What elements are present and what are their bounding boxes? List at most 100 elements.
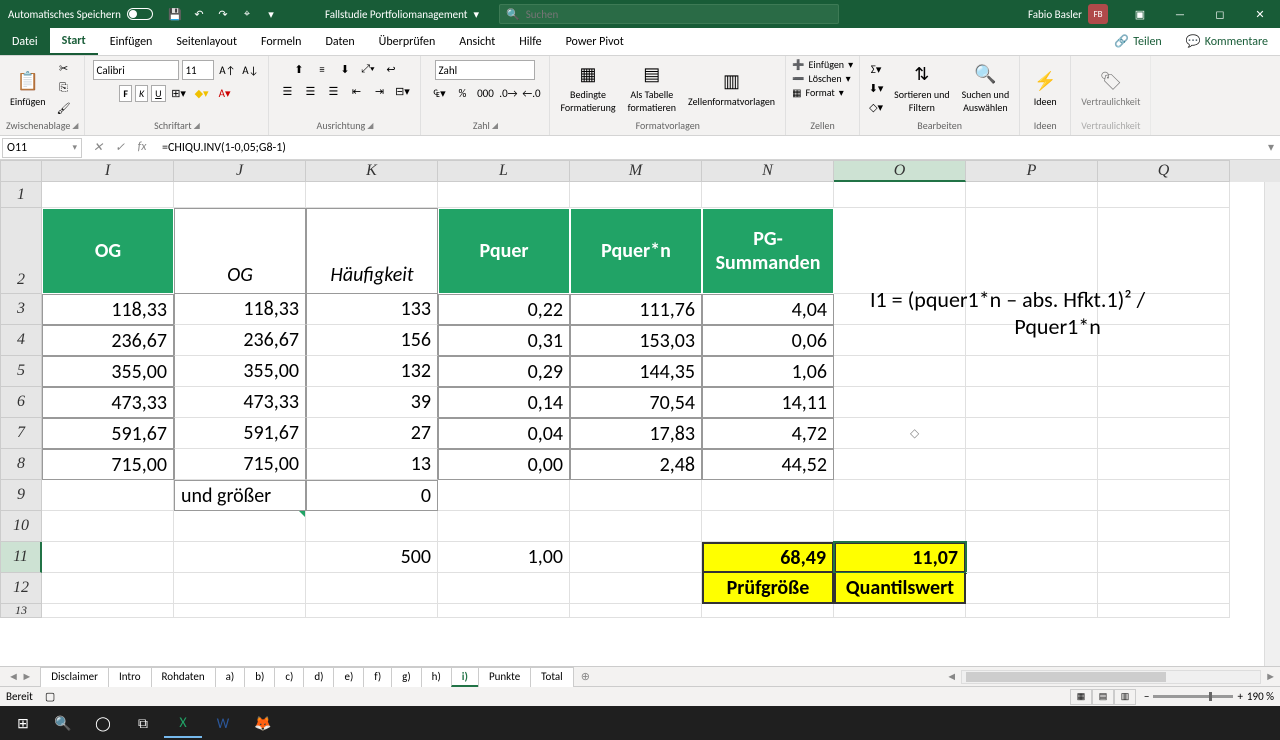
currency-icon[interactable]: ₠▾ xyxy=(429,84,449,102)
redo-icon[interactable]: ↷ xyxy=(213,4,233,24)
autosave-toggle[interactable]: Automatisches Speichern xyxy=(0,8,161,21)
row-header[interactable]: 13 xyxy=(0,604,42,618)
cell[interactable]: 0,14 xyxy=(438,387,570,418)
tab-file[interactable]: Datei xyxy=(0,28,50,55)
tab-insert[interactable]: Einfügen xyxy=(98,28,165,55)
cell[interactable] xyxy=(438,480,570,511)
autosum-icon[interactable]: Σ▾ xyxy=(866,60,886,78)
percent-icon[interactable]: % xyxy=(452,84,472,102)
cell[interactable] xyxy=(702,182,834,208)
cell[interactable]: 500 xyxy=(306,542,438,573)
row-header[interactable]: 11 xyxy=(0,542,42,573)
thousands-icon[interactable]: 000 xyxy=(475,84,495,102)
cell[interactable] xyxy=(834,511,966,542)
copy-icon[interactable]: ⎘ xyxy=(54,79,74,97)
find-select-button[interactable]: 🔍Suchen und Auswählen xyxy=(958,60,1014,116)
borders-icon[interactable]: ⊞▾ xyxy=(169,84,189,102)
cell[interactable] xyxy=(42,604,174,618)
cell[interactable]: 591,67 xyxy=(174,418,306,449)
cell[interactable]: und größer xyxy=(174,480,306,511)
col-header-K[interactable]: K xyxy=(306,160,438,182)
save-icon[interactable]: 💾 xyxy=(165,4,185,24)
tab-help[interactable]: Hilfe xyxy=(507,28,553,55)
align-bottom-icon[interactable]: ⬇ xyxy=(335,60,355,78)
indent-inc-icon[interactable]: ⇥ xyxy=(369,82,389,100)
cell[interactable]: 0,22 xyxy=(438,294,570,325)
cell[interactable] xyxy=(702,480,834,511)
cell[interactable] xyxy=(702,604,834,618)
cell[interactable] xyxy=(966,542,1098,573)
paste-button[interactable]: 📋Einfügen xyxy=(6,67,50,110)
cell[interactable]: 27 xyxy=(306,418,438,449)
align-middle-icon[interactable]: ≡ xyxy=(312,60,332,78)
cell[interactable]: 0,31 xyxy=(438,325,570,356)
tab-pagelayout[interactable]: Seitenlayout xyxy=(164,28,249,55)
search-input[interactable] xyxy=(526,8,832,21)
dialog-launcher-icon[interactable]: ◢ xyxy=(367,121,373,131)
tab-data[interactable]: Daten xyxy=(313,28,366,55)
hscroll-left[interactable]: ◄ xyxy=(942,670,961,683)
cell[interactable] xyxy=(834,208,966,294)
number-format-select[interactable] xyxy=(435,60,535,80)
font-size-select[interactable] xyxy=(182,60,214,80)
wrap-text-icon[interactable]: ↩ xyxy=(381,60,401,78)
start-button[interactable]: ⊞ xyxy=(4,708,42,738)
col-header-L[interactable]: L xyxy=(438,160,570,182)
row-header[interactable]: 10 xyxy=(0,511,42,542)
cell[interactable]: 70,54 xyxy=(570,387,702,418)
tab-review[interactable]: Überprüfen xyxy=(367,28,448,55)
italic-button[interactable]: K xyxy=(135,85,148,102)
cell[interactable] xyxy=(1098,449,1230,480)
cell[interactable] xyxy=(966,387,1098,418)
cell[interactable] xyxy=(966,418,1098,449)
name-box[interactable]: O11▾ xyxy=(2,138,82,158)
cell[interactable] xyxy=(174,604,306,618)
vertical-scrollbar[interactable] xyxy=(1264,182,1280,666)
search-bar[interactable]: 🔍 xyxy=(499,4,839,24)
taskbar-word-icon[interactable]: W xyxy=(204,708,242,738)
cell[interactable] xyxy=(834,182,966,208)
cell[interactable]: 355,00 xyxy=(42,356,174,387)
sheet-tab[interactable]: d) xyxy=(303,667,334,687)
bold-button[interactable]: F xyxy=(119,85,132,102)
grow-font-icon[interactable]: A↑ xyxy=(217,61,237,79)
cell[interactable]: 0,00 xyxy=(438,449,570,480)
qat-more-icon[interactable]: ▾ xyxy=(261,4,281,24)
cell-styles-button[interactable]: ▥Zellenformatvorlagen xyxy=(684,67,779,110)
taskbar-firefox-icon[interactable]: 🦊 xyxy=(244,708,282,738)
shrink-font-icon[interactable]: A↓ xyxy=(240,61,260,79)
cell[interactable] xyxy=(1098,418,1230,449)
align-left-icon[interactable]: ☰ xyxy=(277,82,297,100)
sheet-tab[interactable]: b) xyxy=(244,667,275,687)
row-header[interactable]: 12 xyxy=(0,573,42,604)
dialog-launcher-icon[interactable]: ◢ xyxy=(492,121,498,131)
maximize-button[interactable]: ◻ xyxy=(1200,0,1240,28)
sheet-tab[interactable]: f) xyxy=(363,667,392,687)
cell[interactable] xyxy=(570,480,702,511)
cell[interactable] xyxy=(438,604,570,618)
cell[interactable] xyxy=(570,542,702,573)
cell[interactable] xyxy=(1098,511,1230,542)
cell[interactable] xyxy=(570,573,702,604)
cell[interactable]: 236,67 xyxy=(42,325,174,356)
cell[interactable]: 0,04 xyxy=(438,418,570,449)
ribbon-mode-icon[interactable]: ▣ xyxy=(1120,0,1160,28)
cell[interactable] xyxy=(1098,208,1230,294)
cell[interactable] xyxy=(834,604,966,618)
align-center-icon[interactable]: ☰ xyxy=(300,82,320,100)
accept-formula-icon[interactable]: ✓ xyxy=(110,140,130,155)
cell[interactable] xyxy=(174,542,306,573)
col-header-J[interactable]: J xyxy=(174,160,306,182)
header-cell-og2[interactable]: OG xyxy=(174,208,306,294)
formula-input[interactable]: =CHIQU.INV(1-0,05;G8-1) xyxy=(158,138,1262,158)
cell[interactable] xyxy=(966,356,1098,387)
cell[interactable] xyxy=(174,511,306,542)
zoom-slider[interactable] xyxy=(1153,695,1233,698)
cell[interactable]: 17,83 xyxy=(570,418,702,449)
cell[interactable] xyxy=(834,480,966,511)
tab-formulas[interactable]: Formeln xyxy=(249,28,313,55)
sheet-tab[interactable]: Total xyxy=(530,667,574,687)
user-account[interactable]: Fabio Basler FB xyxy=(1016,4,1120,24)
cell[interactable] xyxy=(1098,573,1230,604)
row-header[interactable]: 2 xyxy=(0,208,42,294)
